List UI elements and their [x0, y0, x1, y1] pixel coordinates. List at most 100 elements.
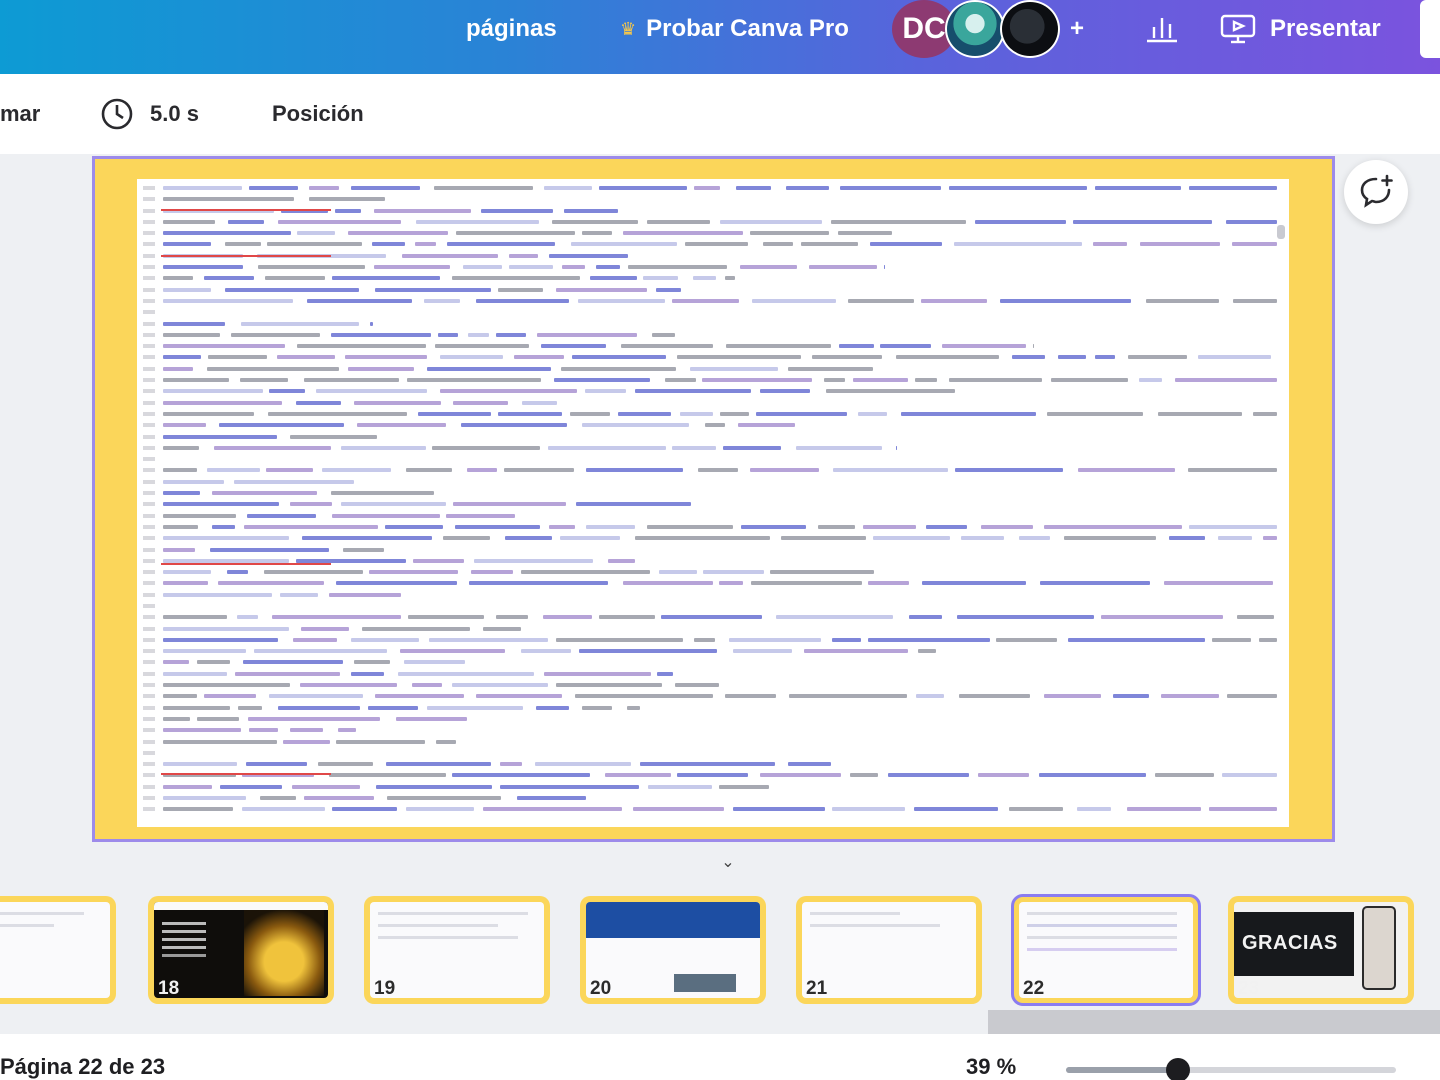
code-line — [137, 601, 1287, 612]
line-number — [143, 570, 155, 575]
line-number — [143, 784, 155, 789]
page-thumbnail-20[interactable]: 20 — [580, 896, 766, 1004]
code-token — [1188, 186, 1277, 190]
code-token — [247, 716, 380, 721]
avatar-collaborator-1[interactable] — [945, 0, 1005, 58]
code-token — [495, 332, 527, 337]
code-line — [137, 612, 1287, 623]
code-token — [720, 219, 823, 224]
thumbnails-scrollbar[interactable] — [988, 1010, 1440, 1034]
add-collaborator-button[interactable]: + — [1070, 0, 1084, 58]
analytics-icon — [1147, 18, 1177, 43]
code-token — [1252, 411, 1277, 416]
code-token — [621, 344, 713, 349]
line-number — [143, 208, 155, 213]
code-token — [163, 332, 221, 337]
code-token — [541, 344, 606, 349]
line-number — [143, 355, 155, 360]
page-thumbnail-22[interactable]: 22 — [1011, 894, 1201, 1006]
present-label: Presentar — [1270, 15, 1381, 42]
code-token — [233, 479, 355, 484]
code-token — [955, 468, 1064, 473]
code-token — [694, 186, 721, 190]
try-pro-button[interactable]: ♛ Probar Canva Pro — [620, 0, 849, 58]
code-token — [440, 389, 577, 394]
zoom-slider-fill — [1066, 1067, 1179, 1073]
code-line — [137, 578, 1287, 589]
code-token — [412, 558, 464, 563]
analytics-button[interactable] — [1145, 0, 1179, 58]
code-token — [163, 491, 200, 496]
zoom-slider-track[interactable] — [1066, 1067, 1396, 1073]
annotation-underline — [161, 209, 331, 211]
code-token — [317, 762, 374, 767]
code-token — [231, 332, 320, 337]
code-token — [648, 784, 713, 789]
line-number — [143, 524, 155, 529]
code-token — [440, 355, 503, 360]
code-token — [675, 683, 720, 688]
pages-button[interactable]: páginas — [466, 0, 557, 58]
code-token — [831, 219, 966, 224]
thumbnail-preview — [154, 902, 328, 998]
code-token — [354, 400, 442, 405]
page-thumbnail-17[interactable] — [0, 896, 116, 1004]
slide-canvas[interactable] — [92, 156, 1335, 842]
duration-label: 5.0 s — [150, 101, 199, 126]
line-number — [143, 253, 155, 258]
code-token — [832, 637, 861, 642]
page-thumbnail-19[interactable]: 19 — [364, 896, 550, 1004]
code-token — [322, 468, 391, 473]
code-token — [331, 807, 398, 812]
page-thumbnail-23[interactable]: GRACIAS 23 — [1228, 896, 1414, 1004]
code-token — [163, 739, 277, 744]
zoom-percentage[interactable]: 39 % — [966, 1054, 1016, 1080]
code-token — [483, 807, 623, 812]
code-token — [335, 739, 426, 744]
code-token — [590, 276, 637, 281]
code-token — [219, 784, 282, 789]
code-token — [949, 378, 1043, 383]
code-token — [729, 637, 821, 642]
chevron-down-icon[interactable]: ⌄ — [716, 852, 740, 872]
code-token — [163, 637, 279, 642]
code-token — [1094, 355, 1115, 360]
code-line — [137, 330, 1287, 341]
code-line — [137, 590, 1287, 601]
code-token — [680, 411, 713, 416]
share-button-edge[interactable] — [1420, 0, 1440, 58]
code-token — [446, 513, 516, 518]
thumbnail-header — [586, 902, 760, 938]
code-token — [451, 773, 590, 778]
code-token — [163, 479, 225, 484]
code-token — [374, 287, 491, 292]
code-token — [354, 660, 390, 665]
code-token — [351, 671, 384, 676]
line-number — [143, 547, 155, 552]
zoom-slider-handle[interactable] — [1166, 1058, 1191, 1080]
code-token — [901, 411, 1036, 416]
add-comment-button[interactable] — [1344, 160, 1408, 224]
code-token — [1197, 355, 1271, 360]
code-token — [551, 219, 639, 224]
line-number — [143, 219, 155, 224]
code-token — [953, 242, 1083, 247]
duration-button[interactable]: 5.0 s — [100, 74, 199, 154]
code-token — [243, 660, 343, 665]
code-token — [750, 231, 830, 236]
page-thumbnail-21[interactable]: 21 — [796, 896, 982, 1004]
avatar-collaborator-2[interactable] — [1000, 0, 1060, 58]
code-line — [137, 352, 1287, 363]
page-thumbnail-18[interactable]: 18 — [148, 896, 334, 1004]
code-line — [137, 691, 1287, 702]
animate-button[interactable]: mar — [0, 74, 40, 154]
code-token — [211, 524, 235, 529]
code-token — [335, 208, 361, 213]
position-button[interactable]: Posición — [272, 74, 364, 154]
present-button[interactable]: Presentar — [1220, 0, 1381, 58]
code-token — [239, 378, 289, 383]
code-line — [137, 635, 1287, 646]
thumbnail-line — [1027, 948, 1177, 951]
code-token — [163, 524, 198, 529]
code-token — [1154, 773, 1215, 778]
